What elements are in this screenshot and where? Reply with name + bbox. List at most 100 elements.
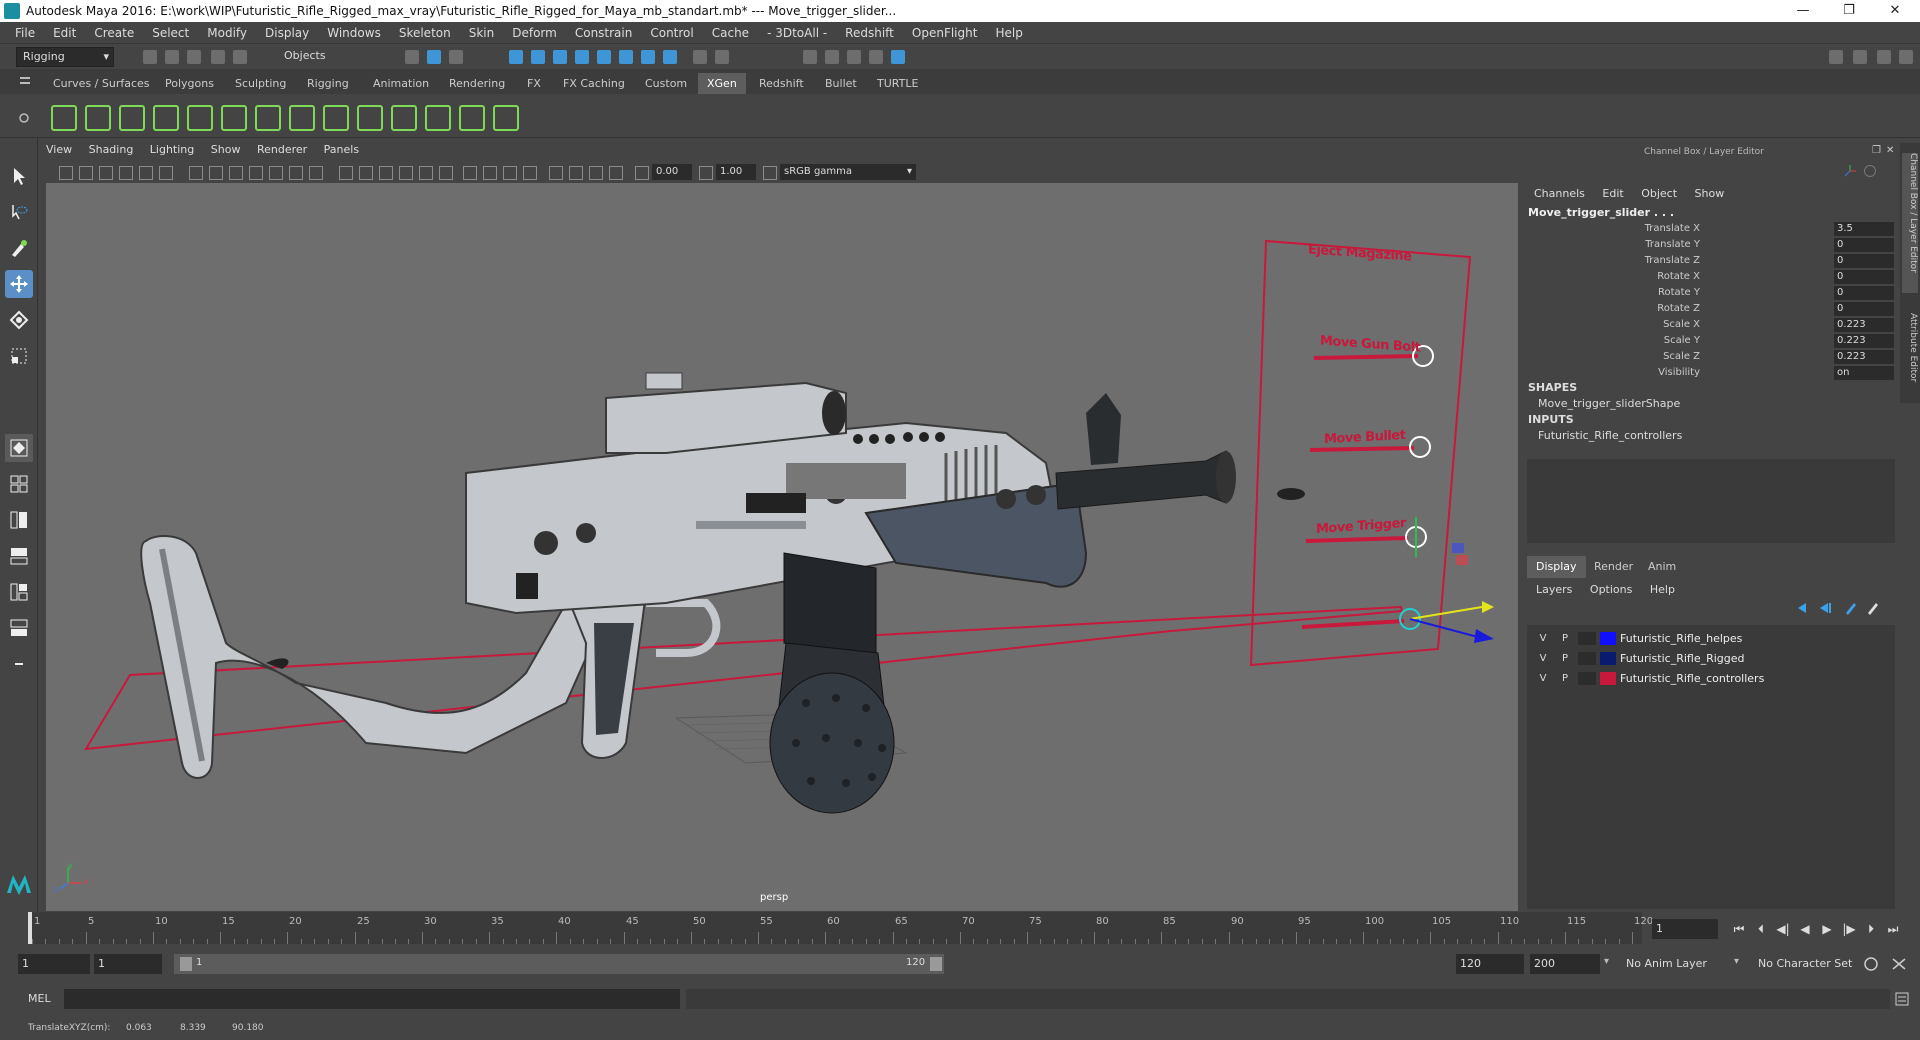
range-handle-start[interactable] [180,957,192,971]
attr-label-visibility[interactable]: Visibility [1524,367,1700,378]
menu-display[interactable]: Display [256,22,318,44]
attr-field-translate-x[interactable]: 3.5 [1834,222,1894,236]
select-hierarchy-icon[interactable] [402,47,422,67]
selected-node-name[interactable]: Move_trigger_slider . . . [1528,206,1674,219]
layer-color-swatch[interactable] [1600,672,1616,685]
menu-skeleton[interactable]: Skeleton [390,22,460,44]
chevron-down-icon[interactable]: ▾ [1604,956,1609,967]
graph-editor-layout-icon[interactable] [5,542,33,570]
attr-field-scale-z[interactable]: 0.223 [1834,350,1894,364]
layer-visibility-toggle[interactable]: V [1534,631,1552,646]
restore-button[interactable]: ❐ [1826,0,1872,22]
single-perspective-layout-icon[interactable] [5,434,33,462]
menu-set-dropdown[interactable]: Rigging ▾ [16,47,114,67]
layer-display-type[interactable] [1578,672,1596,685]
layer-display-type[interactable] [1578,652,1596,665]
layer-menu-layers[interactable]: Layers [1536,583,1572,596]
channel-box-toggle-icon[interactable] [1896,47,1916,67]
panel-menu-renderer[interactable]: Renderer [257,143,307,156]
speed-icon[interactable] [1864,165,1876,177]
play-backwards-icon[interactable]: ◀ [1796,921,1814,937]
move-layer-up-icon[interactable] [1796,601,1812,615]
attr-label-translate-z[interactable]: Translate Z [1524,255,1700,266]
snap-surface-icon[interactable] [594,47,614,67]
xgen-cut-icon[interactable] [320,102,349,131]
range-handle-end[interactable] [930,957,942,971]
xgen-grass-icon[interactable] [422,102,451,131]
side-tab-channel-box[interactable]: Channel Box / Layer Editor [1902,153,1918,293]
xray-joints-icon[interactable] [606,163,624,181]
snap-help-icon[interactable] [660,47,680,67]
xgen-editor-icon[interactable] [48,102,77,131]
input-node[interactable]: Futuristic_Rifle_controllers [1538,429,1682,442]
shelf-tab-turtle[interactable]: TURTLE [868,73,927,94]
animation-end-field[interactable]: 200 [1530,954,1600,974]
attr-field-rotate-y[interactable]: 0 [1834,286,1894,300]
hypershade-icon[interactable] [888,47,908,67]
anim-layer-dropdown[interactable]: No Anim Layer [1620,954,1736,974]
panel-menu-lighting[interactable]: Lighting [150,143,194,156]
ambient-occlusion-icon[interactable] [480,163,498,181]
attr-field-visibility[interactable]: on [1834,366,1894,380]
menu-deform[interactable]: Deform [503,22,566,44]
go-to-start-icon[interactable]: ⏮ [1730,921,1748,937]
paint-select-tool-icon[interactable] [5,234,33,262]
viewport-scene[interactable] [46,183,1518,911]
shelf-tab-xgen[interactable]: XGen [698,73,746,94]
attr-field-scale-y[interactable]: 0.223 [1834,334,1894,348]
xray-icon[interactable] [566,163,584,181]
step-back-frame-icon[interactable]: ⏴ [1752,921,1770,937]
grid-icon[interactable] [186,163,204,181]
command-input[interactable] [64,989,680,1009]
animation-preferences-icon[interactable] [1890,956,1908,972]
xgen-lock-icon[interactable] [286,102,315,131]
script-editor-icon[interactable] [1894,991,1910,1007]
open-scene-icon[interactable] [162,47,182,67]
select-tool-icon[interactable] [5,162,33,190]
textured-icon[interactable] [416,163,434,181]
render-settings-icon[interactable] [866,47,886,67]
shelf-tab-animation[interactable]: Animation [364,73,438,94]
close-panel-icon[interactable]: ✕ [1886,145,1894,156]
float-panel-icon[interactable]: ❐ [1872,145,1881,156]
menu-file[interactable]: File [6,22,44,44]
new-layer-selected-icon[interactable] [1864,601,1880,615]
panel-menu-panels[interactable]: Panels [324,143,359,156]
select-object-icon[interactable] [424,47,444,67]
panel-menu-shading[interactable]: Shading [89,143,134,156]
safe-action-icon[interactable] [286,163,304,181]
menu-edit[interactable]: Edit [44,22,85,44]
menu-help[interactable]: Help [986,22,1031,44]
attr-label-rotate-z[interactable]: Rotate Z [1524,303,1700,314]
shelf-tab-curves-surfaces[interactable]: Curves / Surfaces [44,73,159,94]
new-layer-icon[interactable] [1842,601,1858,615]
color-space-dropdown[interactable]: sRGB gamma ▾ [780,164,916,180]
rotate-tool-icon[interactable] [5,306,33,334]
attribute-editor-toggle-icon[interactable] [1850,47,1870,67]
attr-field-translate-z[interactable]: 0 [1834,254,1894,268]
input-output-icon[interactable] [712,47,732,67]
current-frame-field[interactable]: 1 [1652,919,1718,939]
lock-icon[interactable] [690,47,710,67]
layer-menu-help[interactable]: Help [1650,583,1675,596]
render-view-icon[interactable] [800,47,820,67]
save-scene-icon[interactable] [184,47,204,67]
cb-menu-edit[interactable]: Edit [1602,187,1623,200]
attr-label-rotate-x[interactable]: Rotate X [1524,271,1700,282]
menu-cache[interactable]: Cache [703,22,758,44]
side-tab-attribute-editor[interactable]: Attribute Editor [1902,313,1918,403]
wireframe-icon[interactable] [336,163,354,181]
layer-display-type[interactable] [1578,632,1596,645]
attr-label-translate-x[interactable]: Translate X [1524,223,1700,234]
xgen-preview-icon[interactable] [82,102,111,131]
menu-control[interactable]: Control [641,22,702,44]
more-layouts-icon[interactable] [5,650,33,678]
hypershade-layout-icon[interactable] [5,578,33,606]
xgen-rebuild-icon[interactable] [252,102,281,131]
layer-visibility-toggle[interactable]: V [1534,671,1552,686]
selection-mode-dropdown[interactable]: Objects [278,47,378,67]
menu-select[interactable]: Select [143,22,198,44]
shelf-options-icon[interactable] [18,112,30,124]
panel-menu-show[interactable]: Show [211,143,241,156]
step-back-key-icon[interactable]: ◀| [1774,921,1792,937]
